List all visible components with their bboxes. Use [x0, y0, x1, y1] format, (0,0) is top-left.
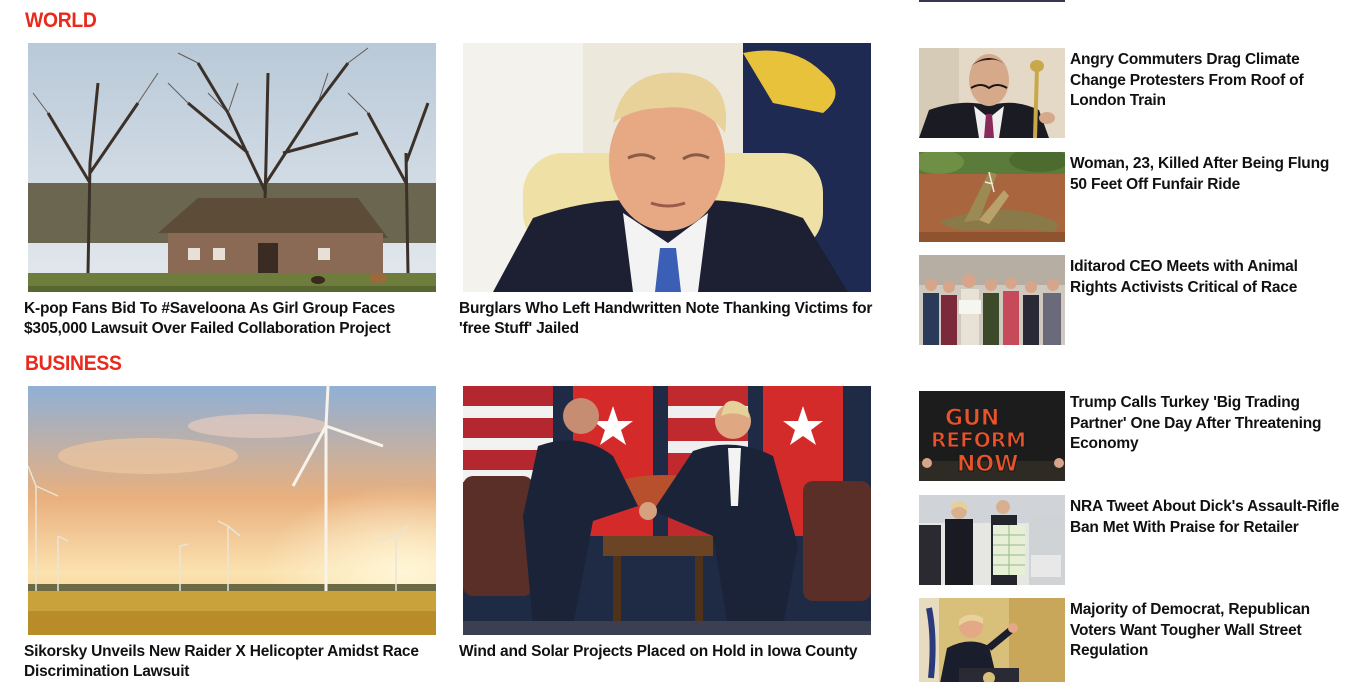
- sidebar-image-protesters[interactable]: [919, 255, 1065, 345]
- sidebar-image-speaker-podium[interactable]: [919, 598, 1065, 682]
- sidebar-image-banknote-sheet[interactable]: [919, 495, 1065, 585]
- sidebar-article-1[interactable]: Angry Commuters Drag Climate Change Prot…: [919, 48, 1339, 140]
- sidebar-image-mustache-man[interactable]: [919, 48, 1065, 138]
- article-card-business-1[interactable]: Sikorsky Unveils New Raider X Helicopter…: [24, 386, 436, 680]
- article-image-wind-turbines[interactable]: [28, 386, 436, 635]
- article-card-world-2[interactable]: Burglars Who Left Handwritten Note Thank…: [459, 43, 872, 337]
- sidebar-article-2[interactable]: Woman, 23, Killed After Being Flung 50 F…: [919, 152, 1339, 244]
- article-image-farmhouse[interactable]: [28, 43, 436, 292]
- section-title-business[interactable]: BUSINESS: [25, 352, 122, 376]
- sidebar-image-crocodile[interactable]: [919, 152, 1065, 242]
- article-headline[interactable]: Wind and Solar Projects Placed on Hold i…: [459, 642, 891, 662]
- sidebar-article-4[interactable]: GUN REFORM NOW Trump Calls Turkey 'Big T…: [919, 391, 1339, 483]
- sidebar-article-headline[interactable]: Majority of Democrat, Republican Voters …: [1070, 600, 1340, 662]
- sidebar-article-6[interactable]: Majority of Democrat, Republican Voters …: [919, 598, 1339, 682]
- svg-text:REFORM: REFORM: [931, 428, 1026, 452]
- sidebar-article-headline[interactable]: NRA Tweet About Dick's Assault-Rifle Ban…: [1070, 497, 1340, 538]
- svg-text:NOW: NOW: [957, 452, 1018, 477]
- sidebar-article-3[interactable]: Iditarod CEO Meets with Animal Rights Ac…: [919, 255, 1339, 347]
- article-headline[interactable]: K-pop Fans Bid To #Saveloona As Girl Gro…: [24, 299, 456, 339]
- sidebar-article-headline[interactable]: Woman, 23, Killed After Being Flung 50 F…: [1070, 154, 1340, 195]
- article-image-man-in-suit[interactable]: [463, 43, 871, 292]
- article-image-handshake[interactable]: [463, 386, 871, 635]
- article-card-business-2[interactable]: Wind and Solar Projects Placed on Hold i…: [459, 386, 871, 660]
- section-title-world[interactable]: WORLD: [25, 9, 97, 33]
- article-card-world-1[interactable]: K-pop Fans Bid To #Saveloona As Girl Gro…: [24, 43, 436, 337]
- article-headline[interactable]: Sikorsky Unveils New Raider X Helicopter…: [24, 642, 456, 682]
- article-headline[interactable]: Burglars Who Left Handwritten Note Thank…: [459, 299, 891, 339]
- sidebar-article-headline[interactable]: Trump Calls Turkey 'Big Trading Partner'…: [1070, 393, 1340, 455]
- sidebar-top-image-edge: [919, 0, 1065, 2]
- sidebar-article-5[interactable]: NRA Tweet About Dick's Assault-Rifle Ban…: [919, 495, 1339, 587]
- sidebar-article-headline[interactable]: Iditarod CEO Meets with Animal Rights Ac…: [1070, 257, 1340, 298]
- sidebar-image-gun-reform-sign[interactable]: GUN REFORM NOW: [919, 391, 1065, 481]
- sidebar-article-headline[interactable]: Angry Commuters Drag Climate Change Prot…: [1070, 50, 1340, 112]
